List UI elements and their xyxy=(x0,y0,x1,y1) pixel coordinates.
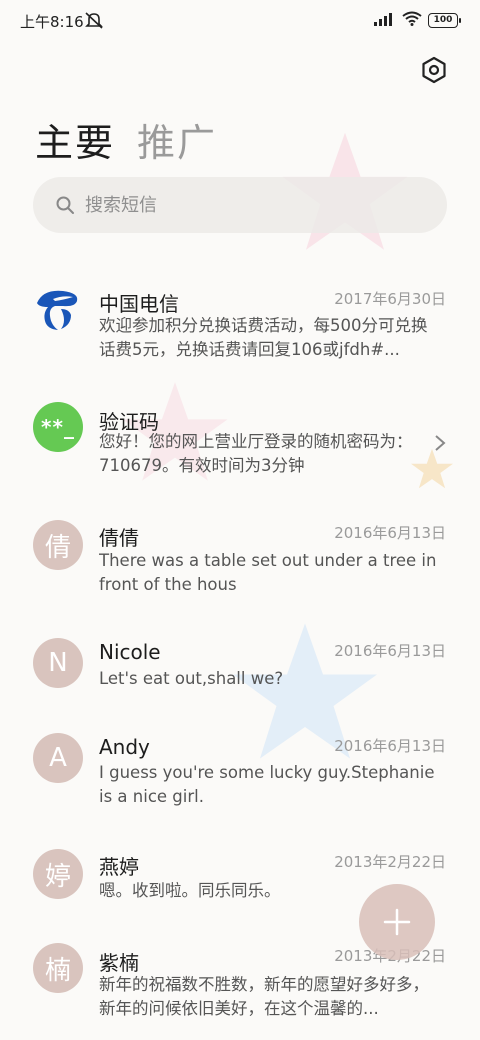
telecom-logo-icon xyxy=(37,290,78,330)
tab-bar: 主要 推广 xyxy=(35,112,217,167)
avatar: **_ xyxy=(33,402,83,452)
tab-main[interactable]: 主要 xyxy=(35,112,115,167)
search-bar[interactable] xyxy=(33,177,447,233)
avatar: A xyxy=(33,733,83,783)
contact-name: 倩倩 xyxy=(99,526,139,550)
message-preview: There was a table set out under a tree i… xyxy=(99,551,437,594)
status-bar: 上午8:16 100 xyxy=(0,0,480,42)
settings-hexagon-icon xyxy=(422,56,446,84)
contact-name: Nicole xyxy=(99,640,161,664)
avatar: N xyxy=(33,638,83,688)
avatar: 婷 xyxy=(33,849,83,899)
contact-name: 紫楠 xyxy=(99,951,139,975)
list-item[interactable]: 中国电信 2017年6月30日 欢迎参加积分兑换话费活动，每500分可兑换话费5… xyxy=(0,280,480,380)
mute-icon xyxy=(84,11,104,33)
message-preview: 新年的祝福数不胜数，新年的愿望好多好多，新年的问候依旧美好，在这个温馨的... xyxy=(99,975,429,1018)
list-item[interactable]: N Nicole 2016年6月13日 Let's eat out,shall … xyxy=(0,636,480,716)
avatar: 倩 xyxy=(33,520,83,570)
wifi-icon xyxy=(402,11,422,30)
message-date: 2016年6月13日 xyxy=(334,737,446,755)
search-input[interactable] xyxy=(85,192,385,218)
new-message-button[interactable] xyxy=(359,884,435,960)
message-preview: Let's eat out,shall we? xyxy=(99,669,284,688)
message-preview: 欢迎参加积分兑换话费活动，每500分可兑换话费5元，兑换话费请回复106或jfd… xyxy=(99,316,428,359)
message-preview: I guess you're some lucky guy.Stephanie … xyxy=(99,763,435,806)
message-preview: 您好！您的网上营业厅登录的随机密码为：710679。有效时间为3分钟 xyxy=(99,432,413,475)
avatar: 楠 xyxy=(33,943,83,993)
list-item[interactable]: 倩 倩倩 2016年6月13日 There was a table set ou… xyxy=(0,518,480,618)
battery-icon: 100 xyxy=(428,13,461,28)
signal-icon xyxy=(374,11,396,30)
settings-button[interactable] xyxy=(420,56,448,84)
avatar xyxy=(33,285,83,335)
message-date: 2017年6月30日 xyxy=(334,290,446,308)
plus-icon xyxy=(383,908,411,936)
status-indicators: 100 xyxy=(374,11,461,30)
contact-name: 中国电信 xyxy=(99,292,179,316)
message-date: 2016年6月13日 xyxy=(334,642,446,660)
contact-name: 燕婷 xyxy=(99,855,139,879)
contact-name: Andy xyxy=(99,735,150,759)
list-item[interactable]: A Andy 2016年6月13日 I guess you're some lu… xyxy=(0,731,480,831)
message-date: 2013年2月22日 xyxy=(334,853,446,871)
message-date: 2016年6月13日 xyxy=(334,524,446,542)
search-icon xyxy=(56,196,74,214)
status-time: 上午8:16 xyxy=(20,13,84,31)
tab-promo[interactable]: 推广 xyxy=(137,112,217,167)
list-item[interactable]: **_ 验证码 您好！您的网上营业厅登录的随机密码为：710679。有效时间为3… xyxy=(0,398,480,498)
